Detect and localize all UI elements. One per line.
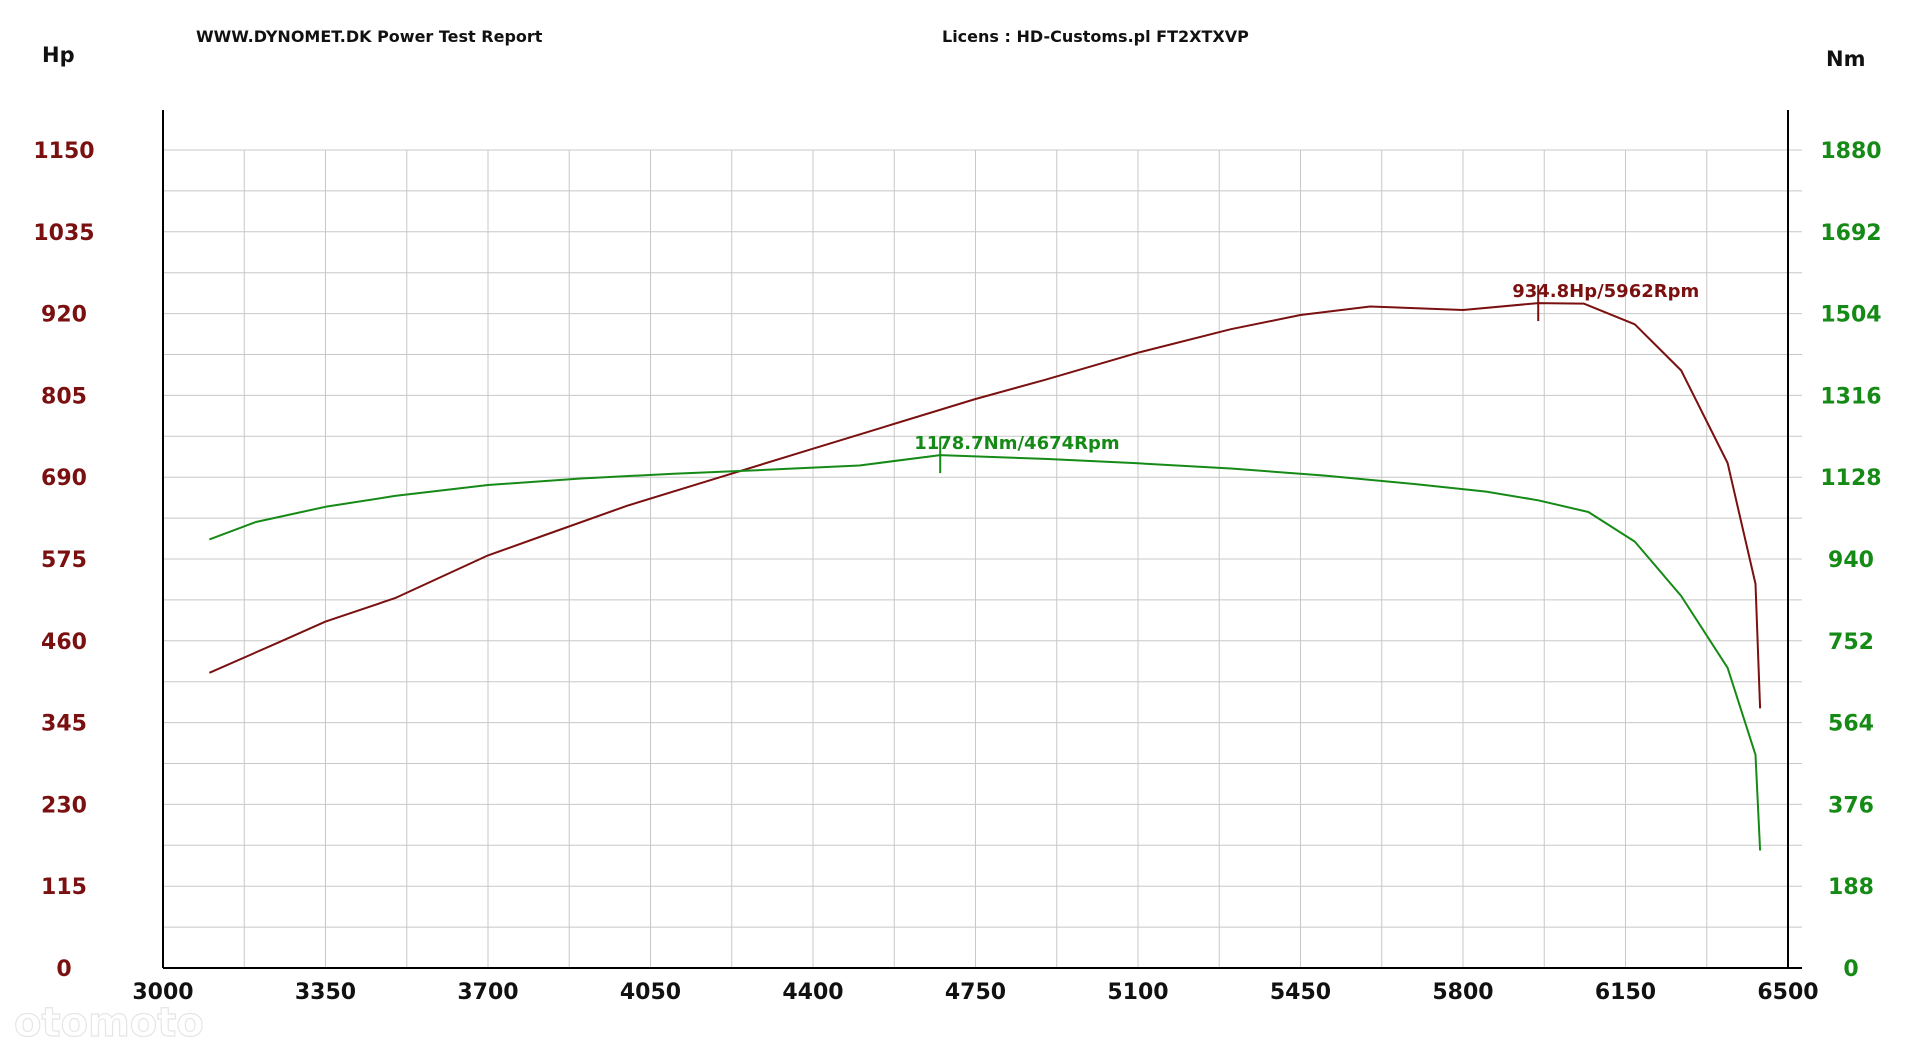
right-y-tick-label: 1692 [1820,221,1881,246]
x-tick-label: 5100 [1107,980,1168,1005]
left-y-tick-label: 0 [56,957,71,982]
left-y-tick-label: 1150 [33,139,94,164]
left-y-tick-label: 805 [41,384,87,409]
right-y-tick-label: 1128 [1820,466,1881,491]
right-y-tick-label: 940 [1828,548,1874,573]
left-y-tick-label: 345 [41,712,87,737]
license-label: Licens : HD-Customs.pl FT2XTXVP [942,27,1249,46]
x-tick-label: 4050 [620,980,681,1005]
right-y-tick-label: 376 [1828,793,1874,818]
left-y-tick-label: 920 [41,303,87,328]
torque-curve [209,454,1762,851]
report-title: WWW.DYNOMET.DK Power Test Report [196,27,543,46]
x-tick-label: 5450 [1270,980,1331,1005]
left-y-tick-label: 115 [41,875,87,900]
power-curve [208,302,1762,709]
x-tick-label: 4750 [945,980,1006,1005]
right-y-tick-label: 1880 [1820,139,1881,164]
x-tick-label: 6150 [1595,980,1656,1005]
tick-labels: 3000 3350 3700 4050 4400 4750 5100 5450 5800 6150… [33,139,1881,1005]
left-y-tick-label: 575 [41,548,87,573]
peak-annotations: 934.8Hp/5962Rpm 1178.7Nm/4674Rpm [914,281,1699,474]
right-y-tick-label: 752 [1828,630,1874,655]
right-y-tick-label: 188 [1828,875,1874,900]
peak-label: 934.8Hp/5962Rpm [1512,281,1699,302]
data-series [208,302,1762,851]
x-tick-label: 4400 [782,980,843,1005]
right-y-tick-label: 1316 [1820,384,1881,409]
x-tick-label: 5800 [1432,980,1493,1005]
left-y-tick-label: 230 [41,793,87,818]
right-y-tick-label: 564 [1828,712,1874,737]
left-axis-unit: Hp [42,43,75,67]
x-tick-label: 3700 [457,980,518,1005]
right-y-tick-label: 1504 [1820,303,1881,328]
plot-grid [163,149,1802,968]
x-tick-label: 6500 [1757,980,1818,1005]
left-y-tick-label: 690 [41,466,87,491]
x-tick-label: 3350 [295,980,356,1005]
dyno-chart: WWW.DYNOMET.DK Power Test Report Licens … [13,27,1881,1040]
left-y-tick-label: 1035 [33,221,94,246]
right-y-tick-label: 0 [1843,957,1858,982]
left-y-tick-label: 460 [41,630,87,655]
peak-label: 1178.7Nm/4674Rpm [914,433,1119,454]
plot-axes [162,110,1802,969]
watermark-text: otomoto [14,1000,204,1040]
right-axis-unit: Nm [1826,47,1865,71]
